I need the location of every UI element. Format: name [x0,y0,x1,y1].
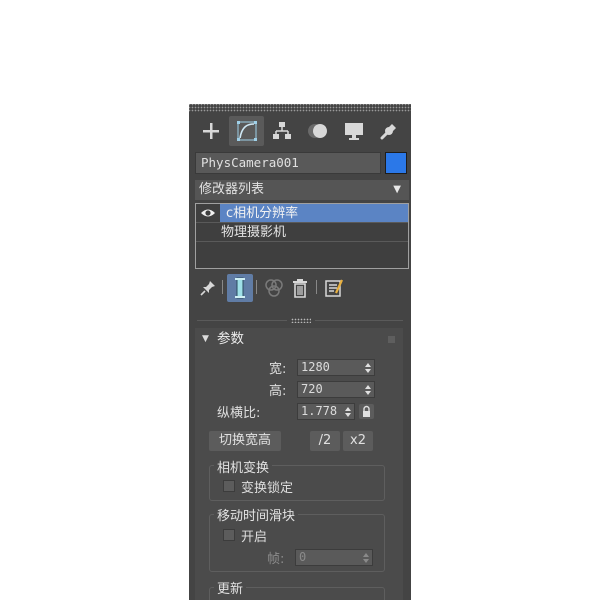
frame-label: 帧: [267,552,285,567]
width-value: 1280 [301,360,330,374]
motion-icon [307,124,327,138]
rollout-title: 参数 [217,331,244,347]
rollout-header[interactable]: ▼ 参数 [195,328,403,350]
height-value: 720 [301,382,323,396]
aspect-ratio-label: 纵横比: [217,406,261,421]
configure-sets-button[interactable] [321,274,347,302]
stack-item-physical-camera[interactable]: 物理摄影机 [196,223,408,242]
height-label: 高: [269,384,287,399]
modifier-stack: c相机分辨率 物理摄影机 [195,203,409,269]
stack-item-label: c相机分辨率 [226,206,299,221]
show-end-result-button[interactable] [227,274,253,302]
toolbar-separator [256,280,257,294]
update-title: 更新 [214,578,247,597]
panel-drag-grip[interactable] [189,104,411,112]
stack-item-resolution[interactable]: c相机分辨率 [196,204,408,223]
tab-utilities[interactable] [371,116,407,146]
camera-transform-title: 相机变换 [214,457,273,476]
utilities-wrench-icon [380,124,397,140]
lock-icon [363,405,370,417]
create-plus-icon [202,123,219,139]
spinner-arrows-icon[interactable] [364,382,372,397]
tab-create[interactable] [193,116,229,146]
remove-modifier-icon [293,279,307,298]
frame-spinner[interactable]: 0 [295,549,373,566]
section-divider [197,320,287,321]
height-spinner[interactable]: 720 [297,381,375,398]
time-slider-enable-checkbox[interactable] [223,529,235,541]
hierarchy-icon [273,122,292,139]
modifier-list-dropdown[interactable]: 修改器列表 ▼ [195,180,409,200]
stack-toolbar [195,274,409,302]
time-slider-enable-label: 开启 [241,530,268,545]
pin-stack-button[interactable] [195,274,221,302]
modifier-list-label: 修改器列表 [199,182,265,197]
width-label: 宽: [269,362,287,377]
make-unique-icon [265,279,283,297]
rollout-handle-icon [388,336,395,343]
chevron-down-icon: ▼ [393,184,401,195]
parameters-rollout: ▼ 参数 宽: 1280 高: 720 纵横比: 1.778 切换宽高 /2 x… [195,328,403,600]
object-color-swatch[interactable] [385,152,407,174]
collapse-triangle-icon: ▼ [202,334,209,344]
aspect-ratio-spinner[interactable]: 1.778 [297,403,355,420]
panel-splitter-grip[interactable] [291,318,311,323]
aspect-ratio-value: 1.778 [301,404,338,418]
half-resolution-button[interactable]: /2 [310,431,340,451]
show-end-result-icon [235,277,245,299]
tab-modify[interactable] [228,116,265,146]
eye-visibility-icon[interactable] [200,207,216,219]
object-name-field[interactable]: PhysCamera001 [195,152,381,174]
tab-motion[interactable] [300,116,336,146]
command-panel: PhysCamera001 修改器列表 ▼ c相机分辨率 物理摄影机 ▼ 参数 … [189,104,411,600]
transform-lock-label: 变换锁定 [241,481,294,496]
double-resolution-button[interactable]: x2 [343,431,373,451]
toolbar-separator [222,280,223,294]
display-monitor-icon [344,123,363,140]
time-slider-title: 移动时间滑块 [214,505,299,524]
toolbar-separator [316,280,317,294]
section-divider [315,320,403,321]
modify-curve-icon [236,121,257,141]
aspect-lock-button[interactable] [359,404,374,419]
pin-stack-icon [200,281,215,296]
spinner-arrows-icon[interactable] [364,360,372,375]
tab-hierarchy[interactable] [264,116,300,146]
frame-value: 0 [299,550,307,564]
command-panel-tabs [193,116,407,146]
make-unique-button[interactable] [261,274,287,302]
tab-display[interactable] [336,116,372,146]
width-spinner[interactable]: 1280 [297,359,375,376]
stack-item-label: 物理摄影机 [221,225,287,240]
remove-modifier-button[interactable] [287,274,313,302]
transform-lock-checkbox[interactable] [223,480,235,492]
swap-dimensions-button[interactable]: 切换宽高 [209,431,281,451]
spinner-arrows-icon[interactable] [344,404,352,419]
configure-sets-icon [325,279,343,297]
spinner-arrows-icon[interactable] [362,550,370,565]
